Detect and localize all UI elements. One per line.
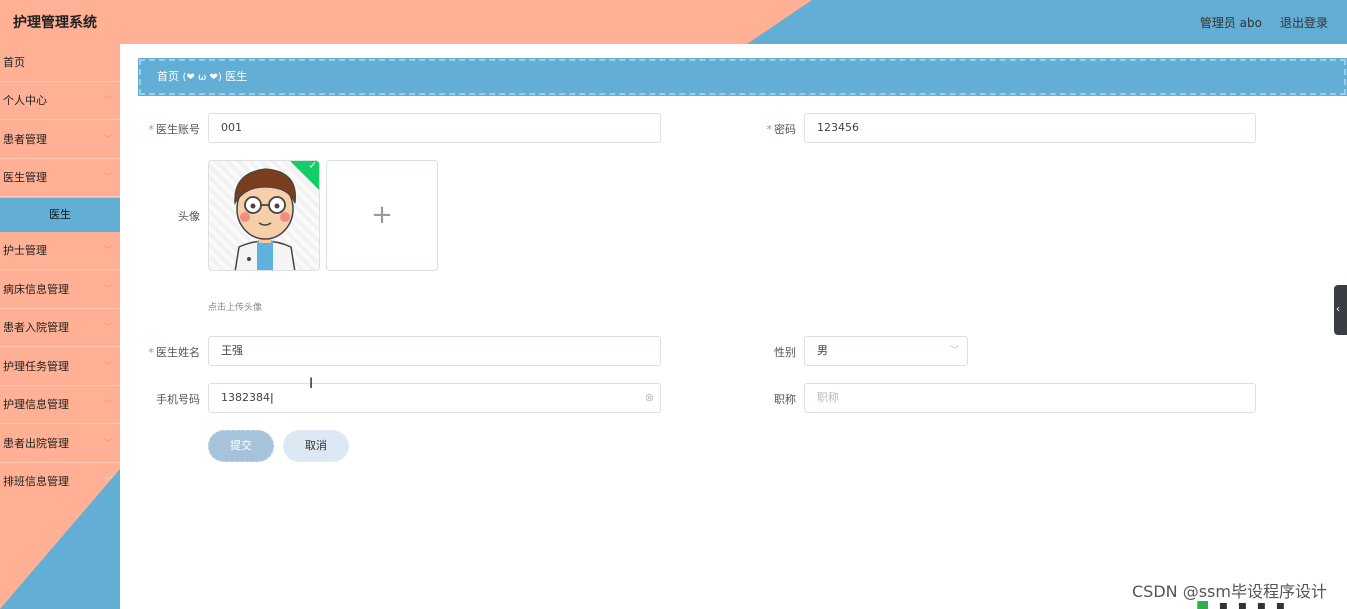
app-icon: ▪ [1256, 600, 1267, 609]
chevron-down-icon: ﹀ [103, 400, 113, 410]
chevron-down-icon: ﹀ [103, 135, 113, 145]
sidebar-item-care-info[interactable]: 护理信息管理 ﹀ [0, 386, 120, 424]
gender-select[interactable]: 男 ﹀ [804, 336, 968, 366]
doctor-avatar-image [234, 168, 297, 270]
sidebar: 首页 个人中心 ﹀ 患者管理 ﹀ 医生管理 ﹀ 医生 护士管理 ﹀ 病床信息管理 ﹀ 患者… [0, 44, 120, 609]
chevron-left-icon: ‹ [1336, 304, 1340, 315]
chevron-down-icon: ﹀ [103, 246, 113, 256]
chevron-down-icon: ﹀ [949, 346, 959, 356]
phone-label: 手机号码 [156, 393, 200, 406]
collapse-tab[interactable]: ‹ [1334, 285, 1347, 335]
name-label: * 医生姓名 [148, 346, 201, 359]
sidebar-item-nurses[interactable]: 护士管理 ﹀ [0, 232, 120, 270]
chevron-up-icon: ﹀ [103, 173, 113, 183]
gender-label: 性别 [774, 346, 796, 359]
sidebar-item-discharge[interactable]: 患者出院管理 ﹀ [0, 425, 120, 463]
name-input[interactable]: 王强 [208, 336, 661, 366]
password-input[interactable]: 123456 [804, 113, 1256, 143]
breadcrumb: 首页 (❤ ω ❤) 医生 [138, 58, 1347, 96]
account-input[interactable]: 001 [208, 113, 661, 143]
chevron-down-icon: ﹀ [103, 477, 113, 487]
password-label: * 密码 [766, 123, 797, 136]
avatar-preview[interactable]: ✓ [208, 160, 320, 271]
avatar-hint: 点击上传头像 [208, 303, 263, 313]
account-label: * 医生账号 [148, 123, 201, 136]
app-icon: ▪ [1275, 600, 1286, 609]
sidebar-item-patients[interactable]: 患者管理 ﹀ [0, 121, 120, 159]
cancel-button[interactable]: 取消 [283, 430, 349, 462]
check-icon: ✓ [308, 160, 317, 172]
avatar-label: 头像 [178, 210, 200, 223]
job-title-input[interactable]: 职称 [804, 383, 1256, 413]
current-user: 管理员 abo [1199, 16, 1262, 30]
sidebar-item-beds[interactable]: 病床信息管理 ﹀ [0, 271, 120, 309]
breadcrumb-home[interactable]: 首页 [157, 70, 179, 83]
sidebar-item-care-tasks[interactable]: 护理任务管理 ﹀ [0, 348, 120, 386]
sidebar-item-schedule[interactable]: 排班信息管理 ﹀ [0, 463, 120, 501]
sidebar-item-doctor[interactable]: 医生 [0, 198, 120, 232]
app-icon: ▪ [1218, 600, 1229, 609]
job-title-label: 职称 [774, 393, 796, 406]
clear-icon[interactable]: ⊗ [645, 384, 654, 412]
plus-icon: + [371, 200, 393, 230]
app-title: 护理管理系统 [13, 15, 97, 31]
app-icon: ■ [1196, 600, 1210, 609]
chevron-down-icon: ﹀ [103, 285, 113, 295]
breadcrumb-current: 医生 [225, 70, 248, 83]
watermark: CSDN @ssm毕设程序设计 [1132, 582, 1327, 601]
sidebar-item-admission[interactable]: 患者入院管理 ﹀ [0, 309, 120, 347]
header-user-area: 管理员 abo 退出登录 [1200, 14, 1328, 31]
chevron-down-icon: ﹀ [103, 323, 113, 333]
breadcrumb-separator: (❤ ω ❤) [182, 72, 222, 83]
logout-link[interactable]: 退出登录 [1280, 14, 1328, 31]
sidebar-item-home[interactable]: 首页 [0, 44, 120, 82]
text-cursor-icon: I [309, 376, 314, 392]
taskbar-icons: ■ ▪ ▪ ▪ ▪ [1196, 600, 1347, 609]
app-icon: ▪ [1237, 600, 1248, 609]
chevron-down-icon: ﹀ [103, 362, 113, 372]
chevron-down-icon: ﹀ [103, 439, 113, 449]
upload-button[interactable]: + [326, 160, 438, 271]
sidebar-item-doctor-management[interactable]: 医生管理 ﹀ [0, 159, 120, 197]
sidebar-item-profile[interactable]: 个人中心 ﹀ [0, 82, 120, 120]
chevron-down-icon: ﹀ [103, 96, 113, 106]
top-header: 护理管理系统 管理员 abo 退出登录 [0, 0, 1347, 44]
phone-input[interactable]: 1382384| ⊗ [208, 383, 661, 413]
submit-button[interactable]: 提交 [208, 430, 274, 462]
